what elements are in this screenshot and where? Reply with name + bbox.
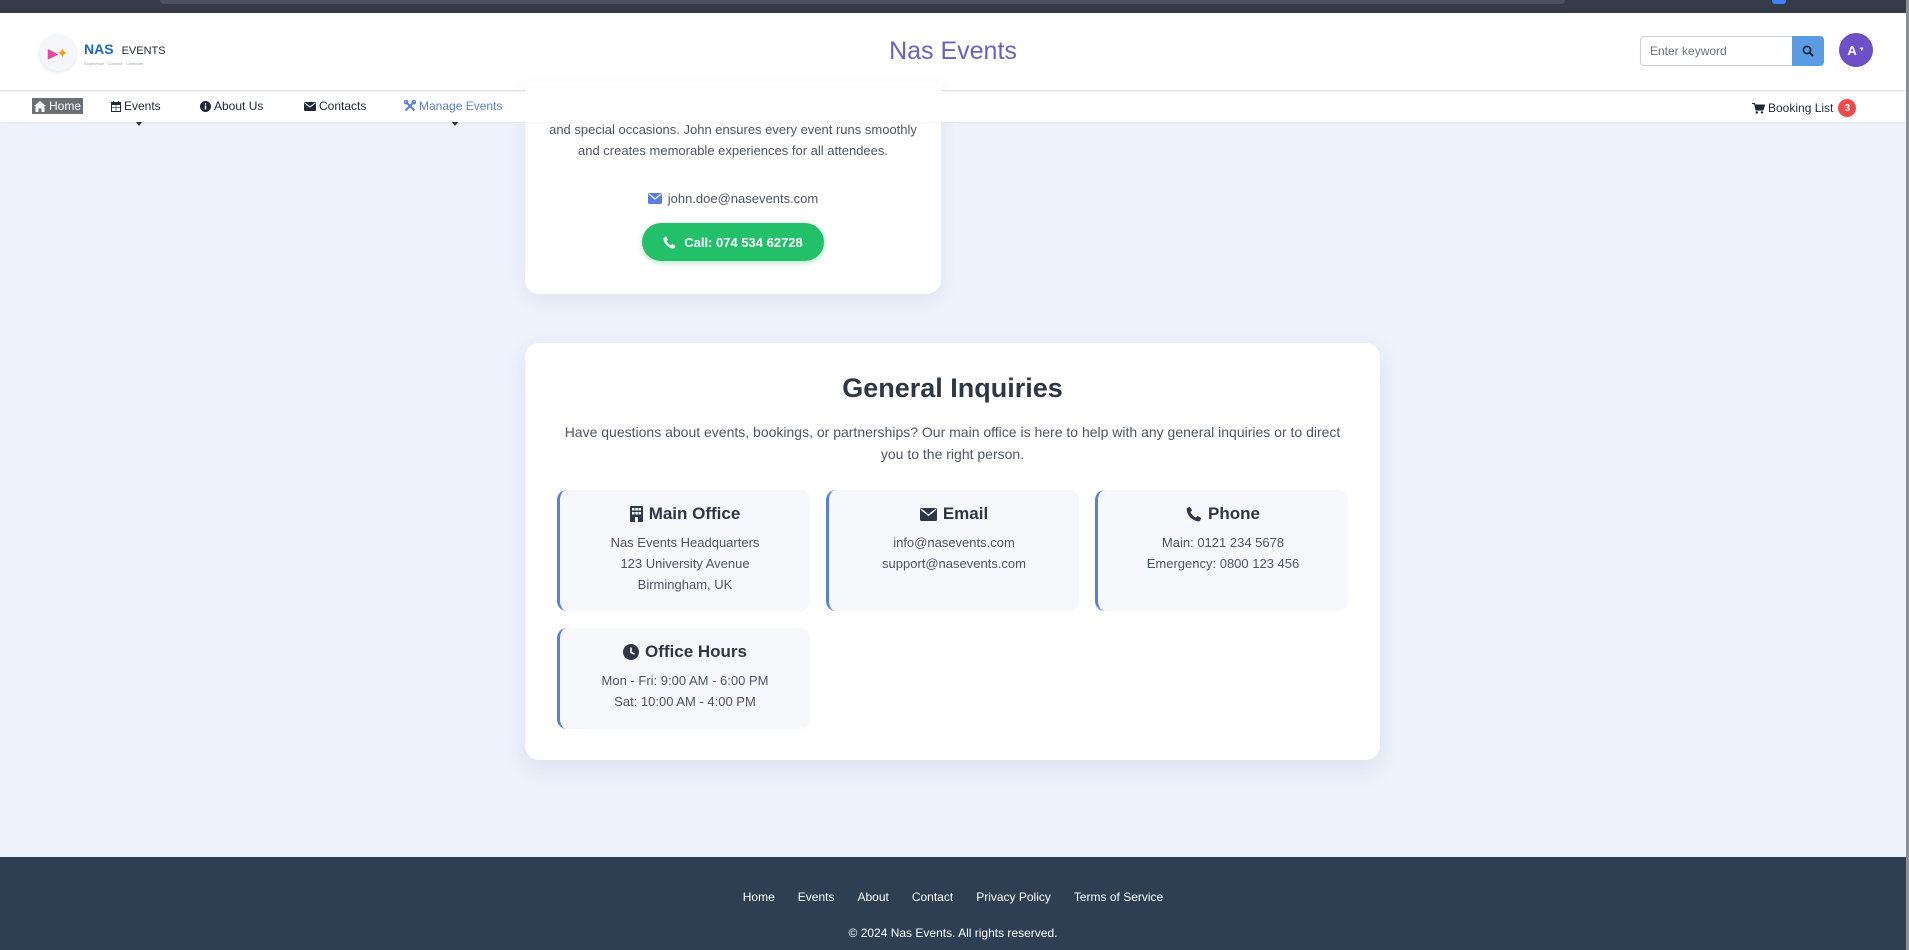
tools-icon bbox=[404, 100, 416, 112]
box-title-text: Email bbox=[942, 504, 989, 523]
nav-home-label: Home bbox=[49, 99, 82, 113]
building-icon bbox=[629, 506, 643, 522]
caret-down-icon: ▼ bbox=[1858, 47, 1865, 53]
info-icon bbox=[200, 100, 211, 112]
envelope-icon bbox=[304, 101, 316, 111]
search-button[interactable] bbox=[1792, 36, 1824, 66]
home-icon bbox=[34, 100, 46, 112]
search-input[interactable] bbox=[1640, 36, 1792, 66]
email-line[interactable]: info@nasevents.com bbox=[829, 532, 1079, 553]
email-line[interactable]: support@nasevents.com bbox=[829, 553, 1079, 574]
main-nav: Home Events About Us Contacts Manage Eve… bbox=[0, 92, 1906, 122]
phone-icon bbox=[1186, 506, 1202, 522]
office-line: Nas Events Headquarters bbox=[610, 535, 760, 550]
section-intro: Have questions about events, bookings, o… bbox=[564, 424, 1341, 462]
box-title-text: Main Office bbox=[648, 504, 741, 523]
footer-link-home[interactable]: Home bbox=[743, 890, 775, 904]
phone-line[interactable]: Main: 0121 234 5678 bbox=[1098, 532, 1348, 553]
nav-events-label: Events bbox=[124, 99, 161, 113]
nav-booking-list[interactable]: Booking List 3 bbox=[1752, 99, 1857, 117]
footer-link-events[interactable]: Events bbox=[798, 890, 835, 904]
footer-link-terms[interactable]: Terms of Service bbox=[1074, 890, 1163, 904]
box-title: Phone bbox=[1098, 504, 1348, 524]
clock-icon bbox=[622, 644, 639, 660]
contact-bio: and special occasions. John ensures ever… bbox=[545, 122, 921, 161]
nav-contacts[interactable]: Contacts bbox=[304, 99, 366, 113]
box-title: Office Hours bbox=[560, 642, 810, 662]
phone-icon bbox=[663, 236, 676, 248]
phone-line[interactable]: Emergency: 0800 123 456 bbox=[1098, 553, 1348, 574]
footer-link-about[interactable]: About bbox=[857, 890, 888, 904]
phone-box: Phone Main: 0121 234 5678 Emergency: 080… bbox=[1095, 490, 1348, 611]
hours-line: Mon - Fri: 9:00 AM - 6:00 PM bbox=[601, 673, 769, 688]
box-title: Main Office bbox=[560, 504, 810, 524]
user-avatar-menu[interactable]: A ▼ bbox=[1839, 33, 1873, 67]
email-box: Email info@nasevents.com support@naseven… bbox=[826, 490, 1079, 611]
calendar-icon bbox=[111, 100, 121, 112]
footer-copyright: © 2024 Nas Events. All rights reserved. bbox=[848, 926, 1058, 940]
footer-links: Home Events About Contact Privacy Policy… bbox=[0, 890, 1906, 904]
nav-manage-events-label: Manage Events bbox=[419, 99, 503, 113]
nav-events[interactable]: Events bbox=[111, 99, 161, 113]
booking-count-badge: 3 bbox=[1838, 99, 1857, 117]
envelope-icon bbox=[647, 193, 662, 204]
box-title-text: Phone bbox=[1208, 504, 1260, 523]
envelope-icon bbox=[919, 507, 937, 521]
call-button[interactable]: Call: 074 534 62728 bbox=[642, 223, 824, 261]
nav-about[interactable]: About Us bbox=[200, 99, 263, 113]
browser-top-strip bbox=[0, 0, 1909, 13]
office-hours-box: Office Hours Mon - Fri: 9:00 AM - 6:00 P… bbox=[557, 628, 810, 729]
main-office-box: Main Office Nas Events Headquarters 123 … bbox=[557, 490, 810, 611]
general-inquiries-card: General Inquiries Have questions about e… bbox=[525, 343, 1380, 760]
search-icon bbox=[1802, 45, 1814, 57]
footer-link-privacy[interactable]: Privacy Policy bbox=[976, 890, 1051, 904]
site-footer: Home Events About Contact Privacy Policy… bbox=[0, 857, 1906, 950]
contact-email-text: john.doe@nasevents.com bbox=[667, 191, 819, 206]
bio-line: and creates memorable experiences for al… bbox=[577, 143, 888, 158]
box-title: Email bbox=[829, 504, 1079, 524]
browser-indicator bbox=[1772, 0, 1786, 4]
nav-manage-events[interactable]: Manage Events bbox=[404, 99, 502, 113]
call-button-label: Call: 074 534 62728 bbox=[684, 234, 803, 250]
browser-tab-edge bbox=[160, 0, 1565, 4]
site-title: Nas Events bbox=[889, 37, 1017, 65]
section-title: General Inquiries bbox=[842, 373, 1063, 403]
search-form bbox=[1640, 36, 1824, 66]
dropdown-caret-icon bbox=[136, 122, 142, 126]
footer-link-contact[interactable]: Contact bbox=[912, 890, 953, 904]
nav-booking-label: Booking List bbox=[1768, 101, 1834, 115]
dropdown-caret-icon bbox=[452, 122, 458, 126]
nav-home[interactable]: Home bbox=[32, 98, 84, 114]
contact-email[interactable]: john.doe@nasevents.com bbox=[525, 191, 941, 206]
site-header: ▶ ✦ NAS EVENTS Experience · Connect · Cel… bbox=[0, 13, 1906, 91]
avatar-initial: A bbox=[1847, 42, 1857, 58]
office-line: 123 University Avenue bbox=[620, 556, 750, 571]
hours-line: Sat: 10:00 AM - 4:00 PM bbox=[614, 694, 756, 709]
box-title-text: Office Hours bbox=[644, 642, 748, 661]
cart-icon bbox=[1752, 102, 1765, 114]
nav-contacts-label: Contacts bbox=[319, 99, 367, 113]
nav-about-label: About Us bbox=[214, 99, 264, 113]
bio-line: and special occasions. John ensures ever… bbox=[549, 122, 917, 137]
office-line: Birmingham, UK bbox=[637, 577, 733, 592]
